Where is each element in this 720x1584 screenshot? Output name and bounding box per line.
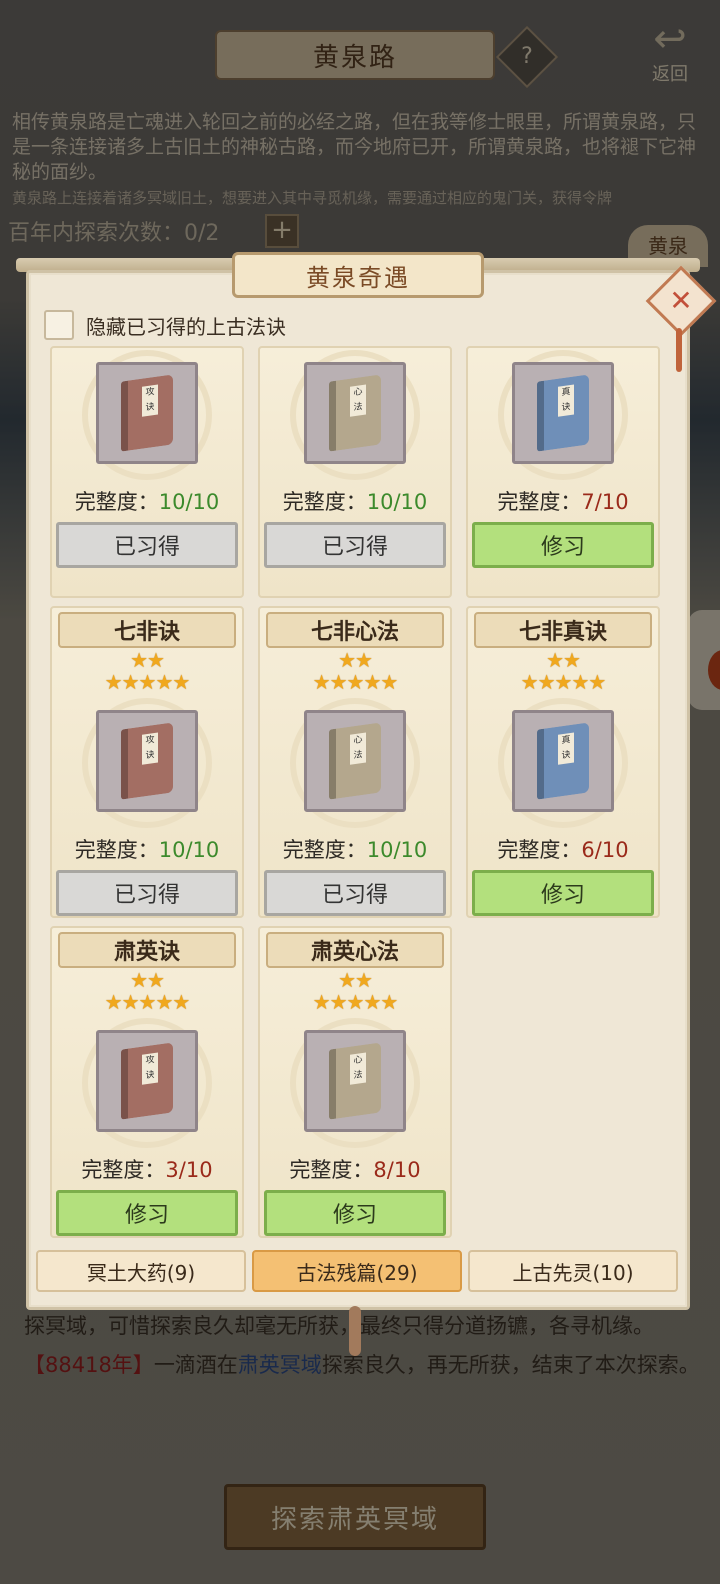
progress-label: 完整度：: [289, 1158, 374, 1182]
progress-label: 完整度：: [282, 490, 367, 514]
progress-value: 6/10: [581, 838, 629, 862]
grade-stars: ★★: [130, 968, 165, 992]
progress-label: 完整度：: [282, 838, 367, 862]
progress-label: 完整度：: [497, 838, 582, 862]
book-label: 真诀: [558, 732, 574, 765]
grade-stars: ★★: [338, 968, 373, 992]
learned-button[interactable]: 已习得: [264, 522, 446, 568]
hide-learned-label: 隐藏已习得的上古法诀: [86, 314, 286, 339]
book-icon: 心法: [329, 1042, 381, 1120]
book-frame: 真诀: [512, 710, 614, 812]
scroll-card[interactable]: 七非真诀 ★★ ★★★★★ 真诀 完整度：6/10 修习: [466, 606, 660, 918]
progress-value: 7/10: [581, 490, 629, 514]
pendant-decoration: [349, 1306, 361, 1356]
card-title: 肃英诀: [58, 932, 236, 968]
book-label: 真诀: [558, 384, 574, 417]
book-icon: 攻诀: [121, 1042, 173, 1120]
progress-value: 10/10: [366, 838, 428, 862]
learn-button[interactable]: 修习: [264, 1190, 446, 1236]
grade-stars: ★★: [130, 648, 165, 672]
scroll-card[interactable]: ★★★★★ 攻诀 完整度：10/10已习得: [50, 346, 244, 598]
progress-label: 完整度：: [497, 490, 582, 514]
progress-text: 完整度：10/10: [52, 834, 242, 864]
learned-button[interactable]: 已习得: [56, 522, 238, 568]
progress-label: 完整度：: [74, 838, 159, 862]
book-label: 攻诀: [142, 732, 158, 765]
star-rating: ★★★★★: [520, 670, 607, 694]
book-label: 心法: [350, 384, 366, 417]
book-frame: 攻诀: [96, 1030, 198, 1132]
progress-label: 完整度：: [81, 1158, 166, 1182]
progress-value: 10/10: [158, 490, 220, 514]
scroll-card[interactable]: ★★★★★ 真诀 完整度：7/10修习: [466, 346, 660, 598]
learn-button[interactable]: 修习: [472, 870, 654, 916]
star-rating: ★★★★★: [312, 670, 399, 694]
progress-value: 8/10: [373, 1158, 421, 1182]
scroll-card[interactable]: 七非心法 ★★ ★★★★★ 心法 完整度：10/10 已习得: [258, 606, 452, 918]
book-icon: 真诀: [537, 722, 589, 800]
learned-button[interactable]: 已习得: [56, 870, 238, 916]
book-label: 攻诀: [142, 384, 158, 417]
book-icon: 攻诀: [121, 374, 173, 452]
card-title: 肃英心法: [266, 932, 444, 968]
book-label: 心法: [350, 732, 366, 765]
book-icon: 心法: [329, 722, 381, 800]
book-icon: 真诀: [537, 374, 589, 452]
book-icon: 攻诀: [121, 722, 173, 800]
star-rating: ★★★★★: [104, 670, 191, 694]
progress-text: 完整度：10/10: [260, 486, 450, 516]
grade-stars: ★★: [546, 648, 581, 672]
progress-text: 完整度：10/10: [260, 834, 450, 864]
hide-learned-toggle[interactable]: 隐藏已习得的上古法诀: [44, 310, 286, 340]
progress-value: 3/10: [165, 1158, 213, 1182]
progress-text: 完整度：8/10: [260, 1154, 450, 1184]
grade-stars: ★★: [338, 648, 373, 672]
scroll-card[interactable]: ★★★★★ 心法 完整度：10/10已习得: [258, 346, 452, 598]
book-frame: 心法: [304, 1030, 406, 1132]
learn-button[interactable]: 修习: [472, 522, 654, 568]
card-title: 七非真诀: [474, 612, 652, 648]
star-rating: ★★★★★: [312, 990, 399, 1014]
learned-button[interactable]: 已习得: [264, 870, 446, 916]
tassel-decoration: [676, 328, 682, 372]
book-label: 心法: [350, 1052, 366, 1085]
scroll-card[interactable]: 肃英心法 ★★ ★★★★★ 心法 完整度：8/10 修习: [258, 926, 452, 1238]
book-label: 攻诀: [142, 1052, 158, 1085]
progress-label: 完整度：: [74, 490, 159, 514]
scroll-card[interactable]: 七非诀 ★★ ★★★★★ 攻诀 完整度：10/10 已习得: [50, 606, 244, 918]
book-frame: 真诀: [512, 362, 614, 464]
tab-ancient-spirits[interactable]: 上古先灵(10): [468, 1250, 678, 1292]
card-title: 七非诀: [58, 612, 236, 648]
scroll-card[interactable]: 肃英诀 ★★ ★★★★★ 攻诀 完整度：3/10 修习: [50, 926, 244, 1238]
tab-medicine[interactable]: 冥土大药(9): [36, 1250, 246, 1292]
tab-ancient-scrolls[interactable]: 古法残篇(29): [252, 1250, 462, 1292]
book-frame: 攻诀: [96, 710, 198, 812]
star-rating: ★★★★★: [104, 990, 191, 1014]
book-frame: 心法: [304, 710, 406, 812]
progress-text: 完整度：6/10: [468, 834, 658, 864]
modal-title: 黄泉奇遇: [232, 252, 484, 298]
hide-learned-checkbox[interactable]: [44, 310, 74, 340]
close-icon: ✕: [669, 284, 693, 317]
book-frame: 心法: [304, 362, 406, 464]
book-frame: 攻诀: [96, 362, 198, 464]
card-title: 七非心法: [266, 612, 444, 648]
progress-text: 完整度：7/10: [468, 486, 658, 516]
learn-button[interactable]: 修习: [56, 1190, 238, 1236]
progress-value: 10/10: [158, 838, 220, 862]
progress-value: 10/10: [366, 490, 428, 514]
book-icon: 心法: [329, 374, 381, 452]
progress-text: 完整度：3/10: [52, 1154, 242, 1184]
progress-text: 完整度：10/10: [52, 486, 242, 516]
